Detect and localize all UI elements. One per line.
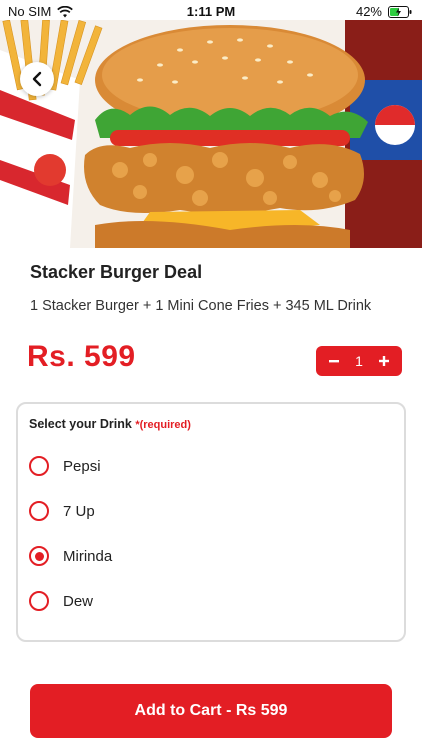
drink-option-dew[interactable]: Dew bbox=[29, 585, 389, 617]
drink-selection-title: Select your Drink bbox=[29, 417, 132, 431]
burger-illustration bbox=[0, 20, 422, 248]
required-label: *(required) bbox=[135, 419, 191, 431]
status-right: 42% bbox=[356, 4, 412, 19]
add-to-cart-button[interactable]: Add to Cart - Rs 599 bbox=[30, 684, 392, 738]
drink-selection-header: Select your Drink *(required) bbox=[29, 417, 191, 431]
chevron-left-icon bbox=[32, 71, 42, 87]
product-description: 1 Stacker Burger + 1 Mini Cone Fries + 3… bbox=[30, 298, 372, 314]
increase-quantity-button[interactable] bbox=[376, 353, 392, 369]
plus-icon bbox=[378, 356, 389, 366]
back-button[interactable] bbox=[20, 62, 54, 96]
drink-selection-card: Select your Drink *(required) Pepsi 7 Up… bbox=[16, 402, 406, 642]
product-price: Rs. 599 bbox=[27, 340, 136, 373]
radio-selected-dot bbox=[34, 551, 44, 561]
drink-option-label: Pepsi bbox=[63, 457, 101, 475]
radio-button[interactable] bbox=[29, 456, 49, 476]
battery-percent: 42% bbox=[355, 4, 382, 19]
radio-button-selected[interactable] bbox=[29, 546, 49, 566]
quantity-value: 1 bbox=[355, 353, 363, 369]
minus-icon bbox=[329, 360, 339, 363]
decrease-quantity-button[interactable] bbox=[326, 353, 342, 369]
drink-option-7up[interactable]: 7 Up bbox=[29, 495, 389, 527]
drink-option-pepsi[interactable]: Pepsi bbox=[29, 450, 389, 482]
drink-option-label: Dew bbox=[63, 592, 94, 610]
drink-option-label: 7 Up bbox=[63, 502, 95, 520]
drink-option-label: Mirinda bbox=[63, 547, 113, 565]
product-image bbox=[0, 20, 422, 248]
quantity-stepper[interactable]: 1 bbox=[316, 346, 402, 376]
battery-charging-icon bbox=[388, 5, 412, 18]
product-title: Stacker Burger Deal bbox=[30, 262, 203, 282]
radio-button[interactable] bbox=[29, 501, 49, 521]
radio-button[interactable] bbox=[29, 591, 49, 611]
drink-option-mirinda[interactable]: Mirinda bbox=[29, 540, 389, 572]
status-bar: No SIM 1:11 PM 42% bbox=[0, 0, 422, 22]
